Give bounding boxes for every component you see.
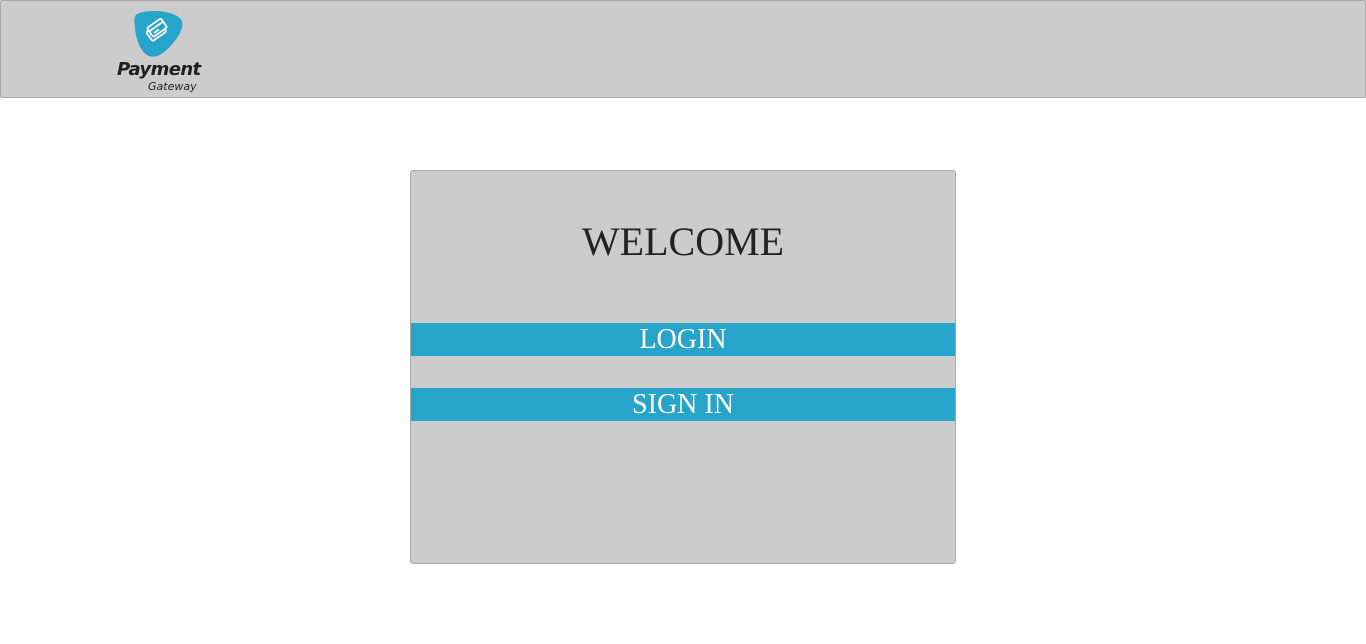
login-button[interactable]: LOGIN — [411, 323, 955, 356]
sign-in-button[interactable]: SIGN IN — [411, 388, 955, 421]
welcome-heading: WELCOME — [581, 219, 785, 264]
top-header: Payment Gateway — [0, 0, 1366, 98]
welcome-panel: WELCOME LOGIN SIGN IN — [410, 170, 956, 564]
logo-subtitle: Gateway — [148, 80, 197, 93]
credit-card-tag-icon — [134, 10, 183, 57]
payment-gateway-logo[interactable]: Payment Gateway — [116, 10, 201, 94]
logo-title: Payment — [117, 59, 201, 80]
